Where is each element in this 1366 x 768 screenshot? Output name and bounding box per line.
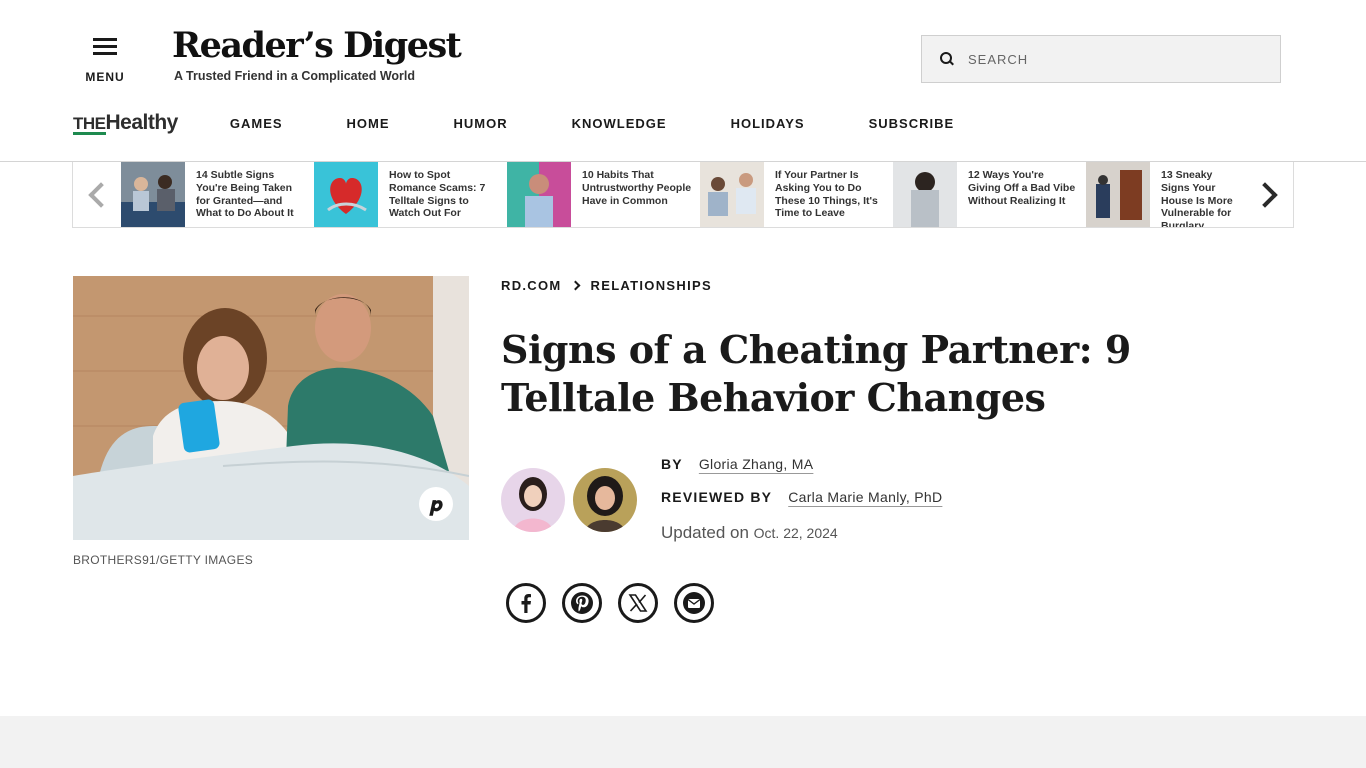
chevron-right-icon bbox=[1252, 181, 1278, 208]
carousel-item-title: 13 Sneaky Signs Your House Is More Vulne… bbox=[1161, 169, 1233, 227]
carousel-item-title: How to Spot Romance Scams: 7 Telltale Si… bbox=[389, 169, 486, 220]
article-title: Signs of a Cheating Partner: 9 Telltale … bbox=[501, 327, 1131, 420]
nav-home[interactable]: HOME bbox=[347, 116, 390, 131]
breadcrumb: RD.COM RELATIONSHIPS bbox=[501, 278, 712, 293]
search-box[interactable] bbox=[921, 35, 1281, 83]
logo-tagline: A Trusted Friend in a Complicated World bbox=[174, 69, 415, 83]
reviewer-line: REVIEWED BY Carla Marie Manly, PhD bbox=[661, 489, 942, 505]
carousel-thumb bbox=[893, 162, 957, 227]
nav-knowledge[interactable]: KNOWLEDGE bbox=[572, 116, 667, 131]
nav-holidays[interactable]: HOLIDAYS bbox=[731, 116, 805, 131]
logo-title: Reader’s Digest bbox=[172, 25, 462, 66]
author-avatar[interactable] bbox=[501, 468, 565, 532]
updated-label: Updated on bbox=[661, 523, 749, 542]
share-pinterest-button[interactable] bbox=[562, 583, 602, 623]
breadcrumb-rdcom[interactable]: RD.COM bbox=[501, 278, 562, 293]
share-email-button[interactable] bbox=[674, 583, 714, 623]
by-label: BY bbox=[661, 456, 683, 472]
facebook-icon bbox=[521, 594, 531, 613]
carousel-item-title: 10 Habits That Untrustworthy People Have… bbox=[582, 169, 692, 207]
x-icon bbox=[628, 594, 648, 612]
carousel-thumb bbox=[314, 162, 378, 227]
footer-band bbox=[0, 716, 1366, 768]
hero-image bbox=[73, 276, 469, 540]
carousel-item-title: 12 Ways You're Giving Off a Bad Vibe Wit… bbox=[968, 169, 1076, 207]
reviewer-link[interactable]: Carla Marie Manly, PhD bbox=[788, 489, 942, 505]
carousel-item[interactable]: 10 Habits That Untrustworthy People Have… bbox=[507, 162, 699, 227]
carousel-item[interactable]: If Your Partner Is Asking You to Do Thes… bbox=[700, 162, 892, 227]
carousel-thumb bbox=[700, 162, 764, 227]
hamburger-icon bbox=[93, 38, 117, 56]
nav-games[interactable]: GAMES bbox=[230, 116, 283, 131]
carousel-item-title: 14 Subtle Signs You're Being Taken for G… bbox=[196, 169, 294, 220]
carousel-thumb bbox=[507, 162, 571, 227]
share-x-button[interactable] bbox=[618, 583, 658, 623]
carousel-prev-button[interactable] bbox=[73, 162, 121, 227]
author-line: BY Gloria Zhang, MA bbox=[661, 456, 813, 472]
search-input[interactable] bbox=[968, 51, 1258, 67]
search-icon[interactable] bbox=[940, 52, 954, 66]
the-healthy-healthy: Healthy bbox=[105, 111, 179, 134]
nav-subscribe[interactable]: SUBSCRIBE bbox=[869, 116, 955, 131]
image-credit: BROTHERS91/GETTY IMAGES bbox=[73, 553, 254, 567]
related-carousel: 14 Subtle Signs You're Being Taken for G… bbox=[72, 162, 1294, 228]
the-healthy-logo[interactable]: THEHealthy bbox=[73, 111, 178, 135]
main-nav: THEHealthy GAMES HOME HUMOR KNOWLEDGE HO… bbox=[73, 109, 1018, 137]
breadcrumb-relationships[interactable]: RELATIONSHIPS bbox=[591, 278, 712, 293]
pinterest-icon: 𝒑 bbox=[429, 492, 443, 516]
share-facebook-button[interactable] bbox=[506, 583, 546, 623]
menu-label: MENU bbox=[85, 70, 125, 84]
chevron-right-icon bbox=[570, 280, 580, 291]
reviewer-avatar[interactable] bbox=[573, 468, 637, 532]
pinterest-save-button[interactable]: 𝒑 bbox=[419, 487, 453, 521]
carousel-thumb bbox=[1086, 162, 1150, 227]
carousel-thumb bbox=[121, 162, 185, 227]
carousel-item-title: If Your Partner Is Asking You to Do Thes… bbox=[775, 169, 878, 220]
nav-humor[interactable]: HUMOR bbox=[454, 116, 508, 131]
updated-date: Oct. 22, 2024 bbox=[753, 525, 838, 541]
reviewed-by-label: REVIEWED BY bbox=[661, 489, 773, 505]
chevron-left-icon bbox=[88, 181, 114, 208]
site-logo[interactable]: Reader’s Digest A Trusted Friend in a Co… bbox=[172, 25, 462, 84]
carousel-item[interactable]: 12 Ways You're Giving Off a Bad Vibe Wit… bbox=[893, 162, 1085, 227]
menu-button[interactable]: MENU bbox=[82, 38, 128, 88]
carousel-next-button[interactable] bbox=[1245, 162, 1293, 227]
carousel-item[interactable]: How to Spot Romance Scams: 7 Telltale Si… bbox=[314, 162, 506, 227]
site-header: MENU Reader’s Digest A Trusted Friend in… bbox=[0, 0, 1366, 162]
carousel-item[interactable]: 13 Sneaky Signs Your House Is More Vulne… bbox=[1086, 162, 1248, 227]
the-healthy-the: THE bbox=[73, 114, 106, 133]
pinterest-icon bbox=[571, 592, 593, 614]
email-icon bbox=[683, 592, 705, 614]
carousel-item[interactable]: 14 Subtle Signs You're Being Taken for G… bbox=[121, 162, 313, 227]
author-link[interactable]: Gloria Zhang, MA bbox=[699, 456, 814, 472]
updated-line: Updated on Oct. 22, 2024 bbox=[661, 523, 838, 543]
